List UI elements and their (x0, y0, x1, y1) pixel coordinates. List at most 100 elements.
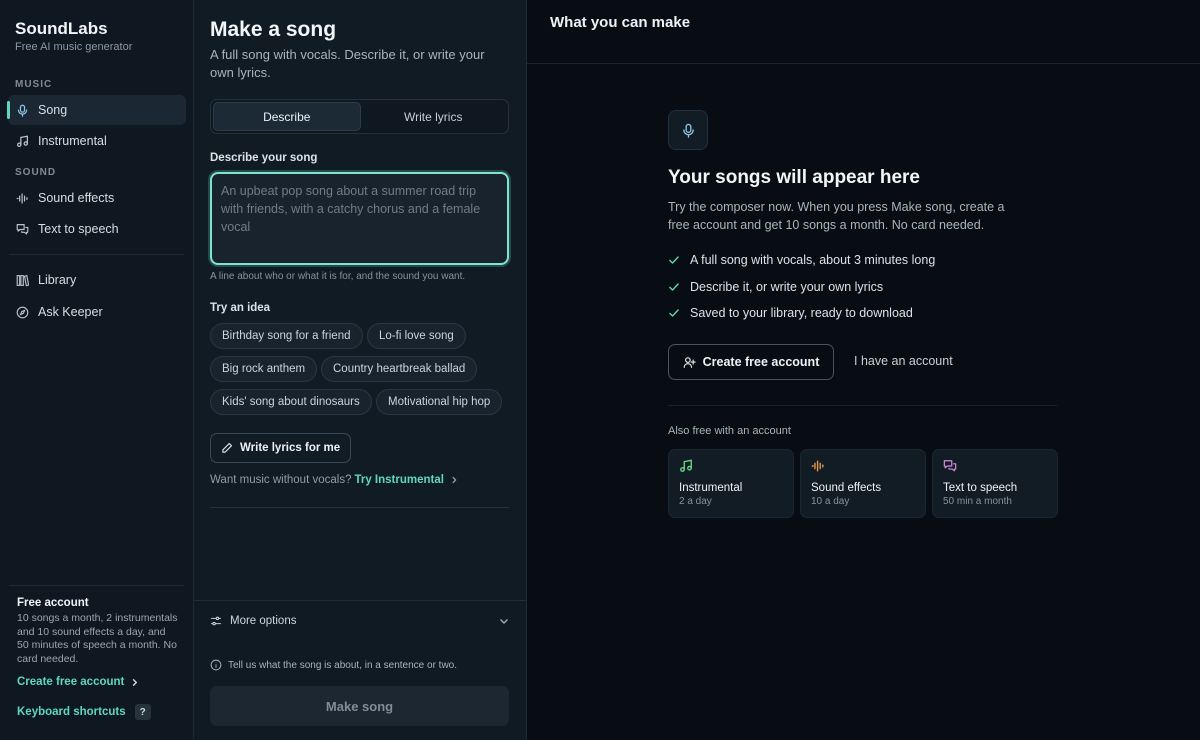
keyboard-shortcuts-link[interactable]: Keyboard shortcuts ? (17, 704, 151, 720)
mode-tabs: Describe Write lyrics (210, 99, 509, 134)
keyboard-shortcuts-label: Keyboard shortcuts (17, 706, 126, 718)
preview-divider (527, 63, 1200, 64)
section-label-music: MUSIC (15, 79, 53, 90)
idea-chip[interactable]: Lo-fi love song (367, 323, 466, 349)
sidebar-item-song[interactable]: Song (7, 95, 186, 125)
preview-panel: What you can make Your songs will appear… (527, 0, 1200, 740)
section-label-sound: SOUND (15, 167, 57, 178)
chevron-right-icon (130, 678, 139, 687)
try-idea-label: Try an idea (210, 302, 271, 314)
sidebar-item-label: Library (38, 273, 77, 287)
feature-item: A full song with vocals, about 3 minutes… (668, 253, 935, 267)
tab-write-lyrics[interactable]: Write lyrics (361, 102, 507, 131)
also-free-label: Also free with an account (668, 425, 791, 437)
music-note-icon (679, 459, 693, 473)
mic-icon (668, 110, 708, 150)
brand-subtitle: Free AI music generator (15, 41, 133, 53)
pencil-icon (221, 442, 233, 454)
sidebar-item-library[interactable]: Library (8, 265, 186, 295)
idea-chip[interactable]: Birthday song for a friend (210, 323, 363, 349)
idea-chip[interactable]: Motivational hip hop (376, 389, 503, 415)
card-subtitle: 10 a day (811, 496, 850, 507)
waveform-icon (811, 459, 825, 473)
card-title: Sound effects (811, 482, 882, 494)
write-lyrics-for-me-button[interactable]: Write lyrics for me (210, 433, 352, 463)
sidebar-item-ask-keeper[interactable]: Ask Keeper (8, 297, 186, 327)
card-title: Instrumental (679, 482, 743, 494)
waveform-icon (16, 192, 29, 205)
create-free-account-link[interactable]: Create free account (17, 676, 139, 688)
describe-song-field-wrapper (210, 172, 509, 265)
sidebar-item-text-to-speech[interactable]: Text to speech (8, 214, 186, 244)
more-options-toggle[interactable]: More options (210, 615, 509, 627)
no-vocals-prompt: Want music without vocals? Try Instrumen… (210, 474, 458, 486)
have-account-link[interactable]: I have an account (854, 354, 953, 368)
sidebar-item-label: Sound effects (38, 191, 115, 205)
sidebar-item-label: Ask Keeper (38, 305, 103, 319)
page-title: Make a song (210, 18, 337, 41)
idea-chip[interactable]: Country heartbreak ballad (321, 356, 478, 382)
feature-item: Describe it, or write your own lyrics (668, 280, 883, 294)
info-text: Tell us what the song is about, in a sen… (228, 659, 458, 671)
sidebar: SoundLabs Free AI music generator MUSIC … (0, 0, 194, 740)
composer-footer: More options Tell us what the song is ab… (194, 600, 526, 740)
describe-song-textarea[interactable] (212, 174, 507, 263)
preview-title: What you can make (550, 14, 691, 31)
feature-text: Describe it, or write your own lyrics (690, 280, 884, 294)
sidebar-item-label: Instrumental (38, 134, 107, 148)
music-note-icon (16, 134, 29, 148)
shortcut-key-badge: ? (134, 704, 151, 720)
info-icon (210, 659, 222, 671)
feature-text: Saved to your library, ready to download (690, 306, 913, 320)
tab-describe[interactable]: Describe (213, 102, 361, 131)
brand-title: SoundLabs (15, 19, 108, 38)
sidebar-item-sound-effects[interactable]: Sound effects (8, 183, 186, 213)
free-account-title: Free account (17, 597, 89, 609)
try-instrumental-link[interactable]: Try Instrumental (354, 474, 443, 486)
mic-icon (16, 104, 29, 117)
card-sound-effects[interactable]: Sound effects 10 a day (800, 449, 926, 518)
card-text-to-speech[interactable]: Text to speech 50 min a month (932, 449, 1058, 518)
idea-chip[interactable]: Big rock anthem (210, 356, 318, 382)
feature-text: A full song with vocals, about 3 minutes… (690, 253, 936, 267)
more-options-label: More options (230, 615, 297, 627)
card-title: Text to speech (943, 482, 1018, 494)
card-subtitle: 2 a day (679, 496, 712, 507)
free-account-description: 10 songs a month, 2 instrumentals and 10… (17, 612, 178, 665)
feature-item: Saved to your library, ready to download (668, 306, 913, 320)
idea-chip[interactable]: Kids' song about dinosaurs (210, 389, 372, 415)
chat-bubbles-icon (16, 223, 29, 236)
chevron-down-icon (499, 616, 509, 626)
check-icon (668, 307, 680, 319)
check-icon (668, 281, 680, 293)
create-free-account-label: Create free account (702, 355, 820, 369)
create-free-account-button[interactable]: Create free account (668, 344, 834, 380)
empty-state-description: Try the composer now. When you press Mak… (668, 200, 1005, 232)
info-message: Tell us what the song is about, in a sen… (210, 659, 457, 671)
create-free-account-label: Create free account (17, 676, 125, 688)
sliders-icon (210, 615, 222, 627)
sidebar-item-label: Text to speech (38, 222, 119, 236)
check-icon (668, 254, 680, 266)
composer-divider (210, 507, 509, 508)
compass-icon (16, 306, 29, 319)
composer-panel: Make a song A full song with vocals. Des… (194, 0, 527, 740)
free-account-box: Free account 10 songs a month, 2 instrum… (17, 597, 179, 666)
make-song-button[interactable]: Make song (210, 686, 509, 726)
empty-state-title: Your songs will appear here (668, 167, 920, 188)
sidebar-item-instrumental[interactable]: Instrumental (8, 126, 186, 156)
card-instrumental[interactable]: Instrumental 2 a day (668, 449, 794, 518)
preview-divider (668, 405, 1057, 406)
sidebar-item-label: Song (38, 103, 68, 117)
add-user-icon (683, 356, 696, 369)
describe-song-hint: A line about who or what it is for, and … (210, 271, 466, 282)
chat-bubbles-icon (943, 459, 957, 473)
sidebar-divider (9, 585, 184, 586)
chevron-right-icon (450, 476, 458, 484)
no-vocals-text: Want music without vocals? (210, 474, 352, 486)
sidebar-divider (9, 254, 184, 255)
library-icon (16, 274, 29, 287)
card-subtitle: 50 min a month (943, 496, 1012, 507)
describe-song-label: Describe your song (210, 152, 318, 164)
write-lyrics-for-me-label: Write lyrics for me (240, 442, 341, 454)
